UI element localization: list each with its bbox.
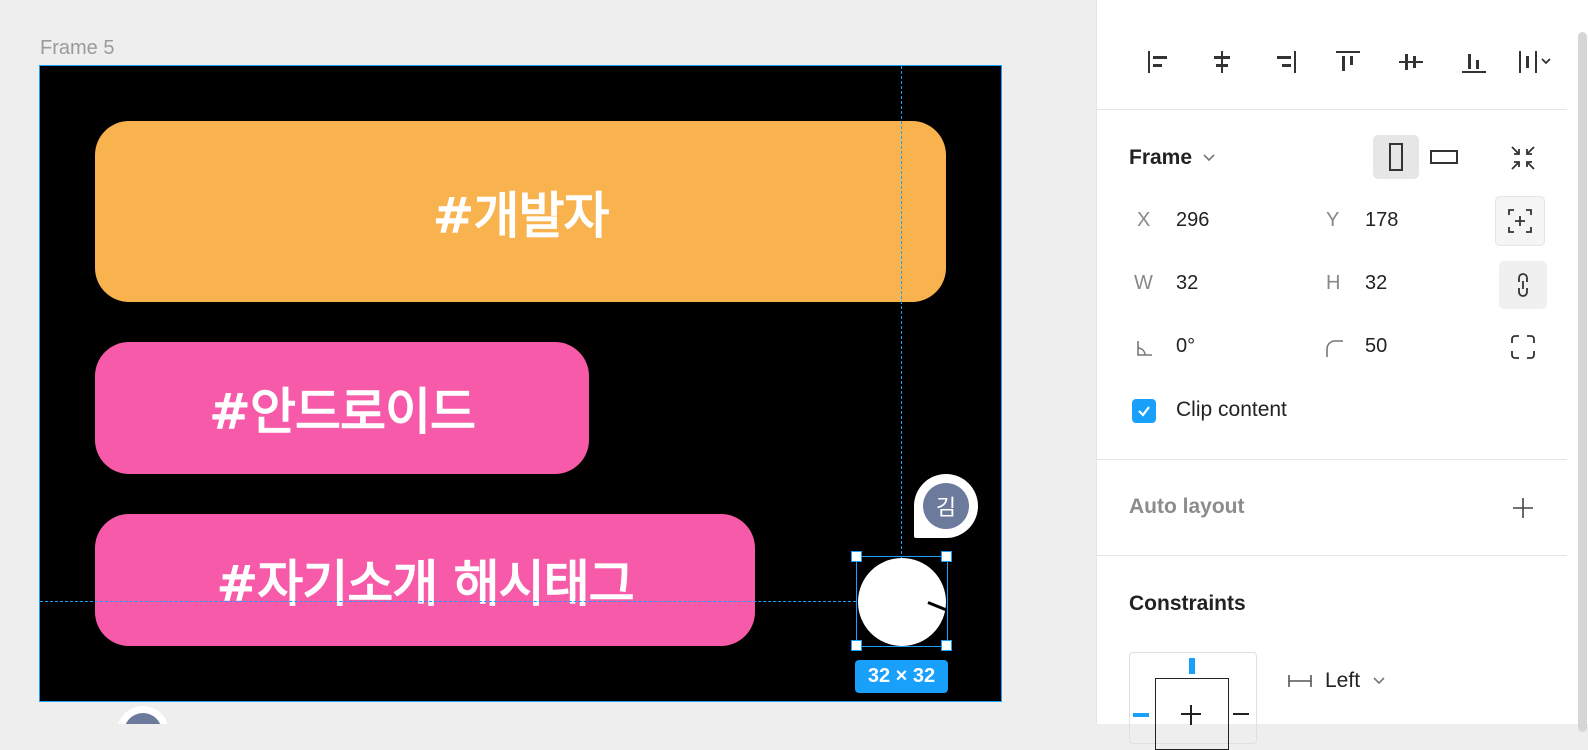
divider (1097, 555, 1567, 556)
distribute-icon[interactable] (1505, 42, 1568, 82)
chevron-down-icon (1203, 154, 1215, 162)
panel-tabs-cutoff (1129, 0, 1529, 2)
collaborator-avatar[interactable] (117, 706, 169, 724)
constraint-center-v (1190, 705, 1192, 725)
constraints-title: Constraints (1129, 592, 1246, 615)
rotation-input[interactable]: 0° (1176, 335, 1195, 358)
constraint-left-marker[interactable] (1133, 713, 1149, 717)
size-badge: 32 × 32 (855, 660, 948, 693)
corner-radius-icon (1326, 340, 1343, 357)
h-label: H (1326, 272, 1341, 294)
y-input[interactable]: 178 (1365, 209, 1398, 232)
add-auto-layout-button[interactable] (1507, 492, 1539, 524)
portrait-icon (1389, 143, 1403, 171)
constraint-center-h (1181, 713, 1201, 715)
align-bottom-icon[interactable] (1442, 42, 1505, 82)
resize-handle-bottom-left[interactable] (851, 640, 862, 651)
align-horizontal-center-icon[interactable] (1190, 42, 1253, 82)
align-left-icon[interactable] (1127, 42, 1190, 82)
constraint-right-marker[interactable] (1233, 713, 1249, 715)
resize-handle-top-left[interactable] (851, 551, 862, 562)
comment-pin[interactable]: 김 (914, 474, 978, 538)
resize-to-fit-button[interactable] (1499, 134, 1547, 182)
collapse-arrows-icon (1511, 146, 1535, 170)
independent-corners-icon (1511, 335, 1535, 359)
horizontal-constraint-icon (1288, 675, 1312, 687)
horizontal-constraint-value: Left (1325, 669, 1361, 692)
clip-content-checkbox[interactable] (1132, 399, 1156, 423)
align-top-icon[interactable] (1316, 42, 1379, 82)
plus-icon (1513, 498, 1533, 518)
tag-android[interactable]: #안드로이드 (95, 342, 589, 474)
link-icon (1518, 273, 1528, 297)
x-label: X (1137, 209, 1151, 231)
vertical-measure-guide (901, 66, 902, 559)
corner-radius-input[interactable]: 50 (1365, 335, 1387, 358)
constrain-proportions-button[interactable] (1499, 261, 1547, 309)
w-label: W (1134, 272, 1153, 294)
tag-developer[interactable]: #개발자 (95, 121, 946, 302)
add-position-constraint-button[interactable] (1495, 196, 1545, 246)
align-vertical-center-icon[interactable] (1379, 42, 1442, 82)
resize-handle-bottom-right[interactable] (941, 640, 952, 651)
y-label: Y (1326, 209, 1340, 231)
tag-self-intro-hashtag[interactable]: #자기소개 해시태그 (95, 514, 755, 646)
constraints-widget[interactable] (1129, 652, 1257, 750)
design-canvas[interactable]: Frame 5 #개발자 #안드로이드 #자기소개 해시태그 32 × 32 김 (0, 0, 1096, 724)
divider (1097, 109, 1567, 110)
selection-box (856, 556, 948, 647)
clip-content-label[interactable]: Clip content (1176, 398, 1287, 422)
resize-handle-top-right[interactable] (941, 551, 952, 562)
landscape-orientation-button[interactable] (1421, 135, 1467, 179)
w-input[interactable]: 32 (1176, 272, 1198, 295)
horizontal-constraint-dropdown[interactable]: Left (1287, 669, 1386, 693)
frame-section-header[interactable]: Frame (1129, 146, 1216, 170)
landscape-icon (1430, 150, 1458, 164)
independent-corners-button[interactable] (1499, 323, 1547, 371)
h-input[interactable]: 32 (1365, 272, 1387, 295)
panel-scrollbar[interactable] (1578, 32, 1587, 732)
properties-panel: Frame X 296 Y 178 W 32 H 32 0° 50 Clip c… (1096, 0, 1588, 750)
portrait-orientation-button[interactable] (1373, 135, 1419, 179)
crosshair-frame-icon (1508, 209, 1532, 233)
divider (1097, 459, 1567, 460)
x-input[interactable]: 296 (1176, 209, 1209, 232)
rotation-icon (1137, 341, 1152, 356)
checkmark-icon (1138, 406, 1150, 417)
frame-label[interactable]: Frame 5 (40, 37, 114, 60)
frame-title: Frame (1129, 146, 1193, 169)
align-right-icon[interactable] (1253, 42, 1316, 82)
alignment-toolbar (1127, 42, 1568, 82)
comment-avatar: 김 (923, 483, 969, 529)
constraint-top-marker[interactable] (1189, 658, 1195, 674)
auto-layout-title: Auto layout (1129, 495, 1245, 518)
horizontal-measure-guide (40, 601, 856, 602)
chevron-down-icon (1373, 677, 1385, 685)
